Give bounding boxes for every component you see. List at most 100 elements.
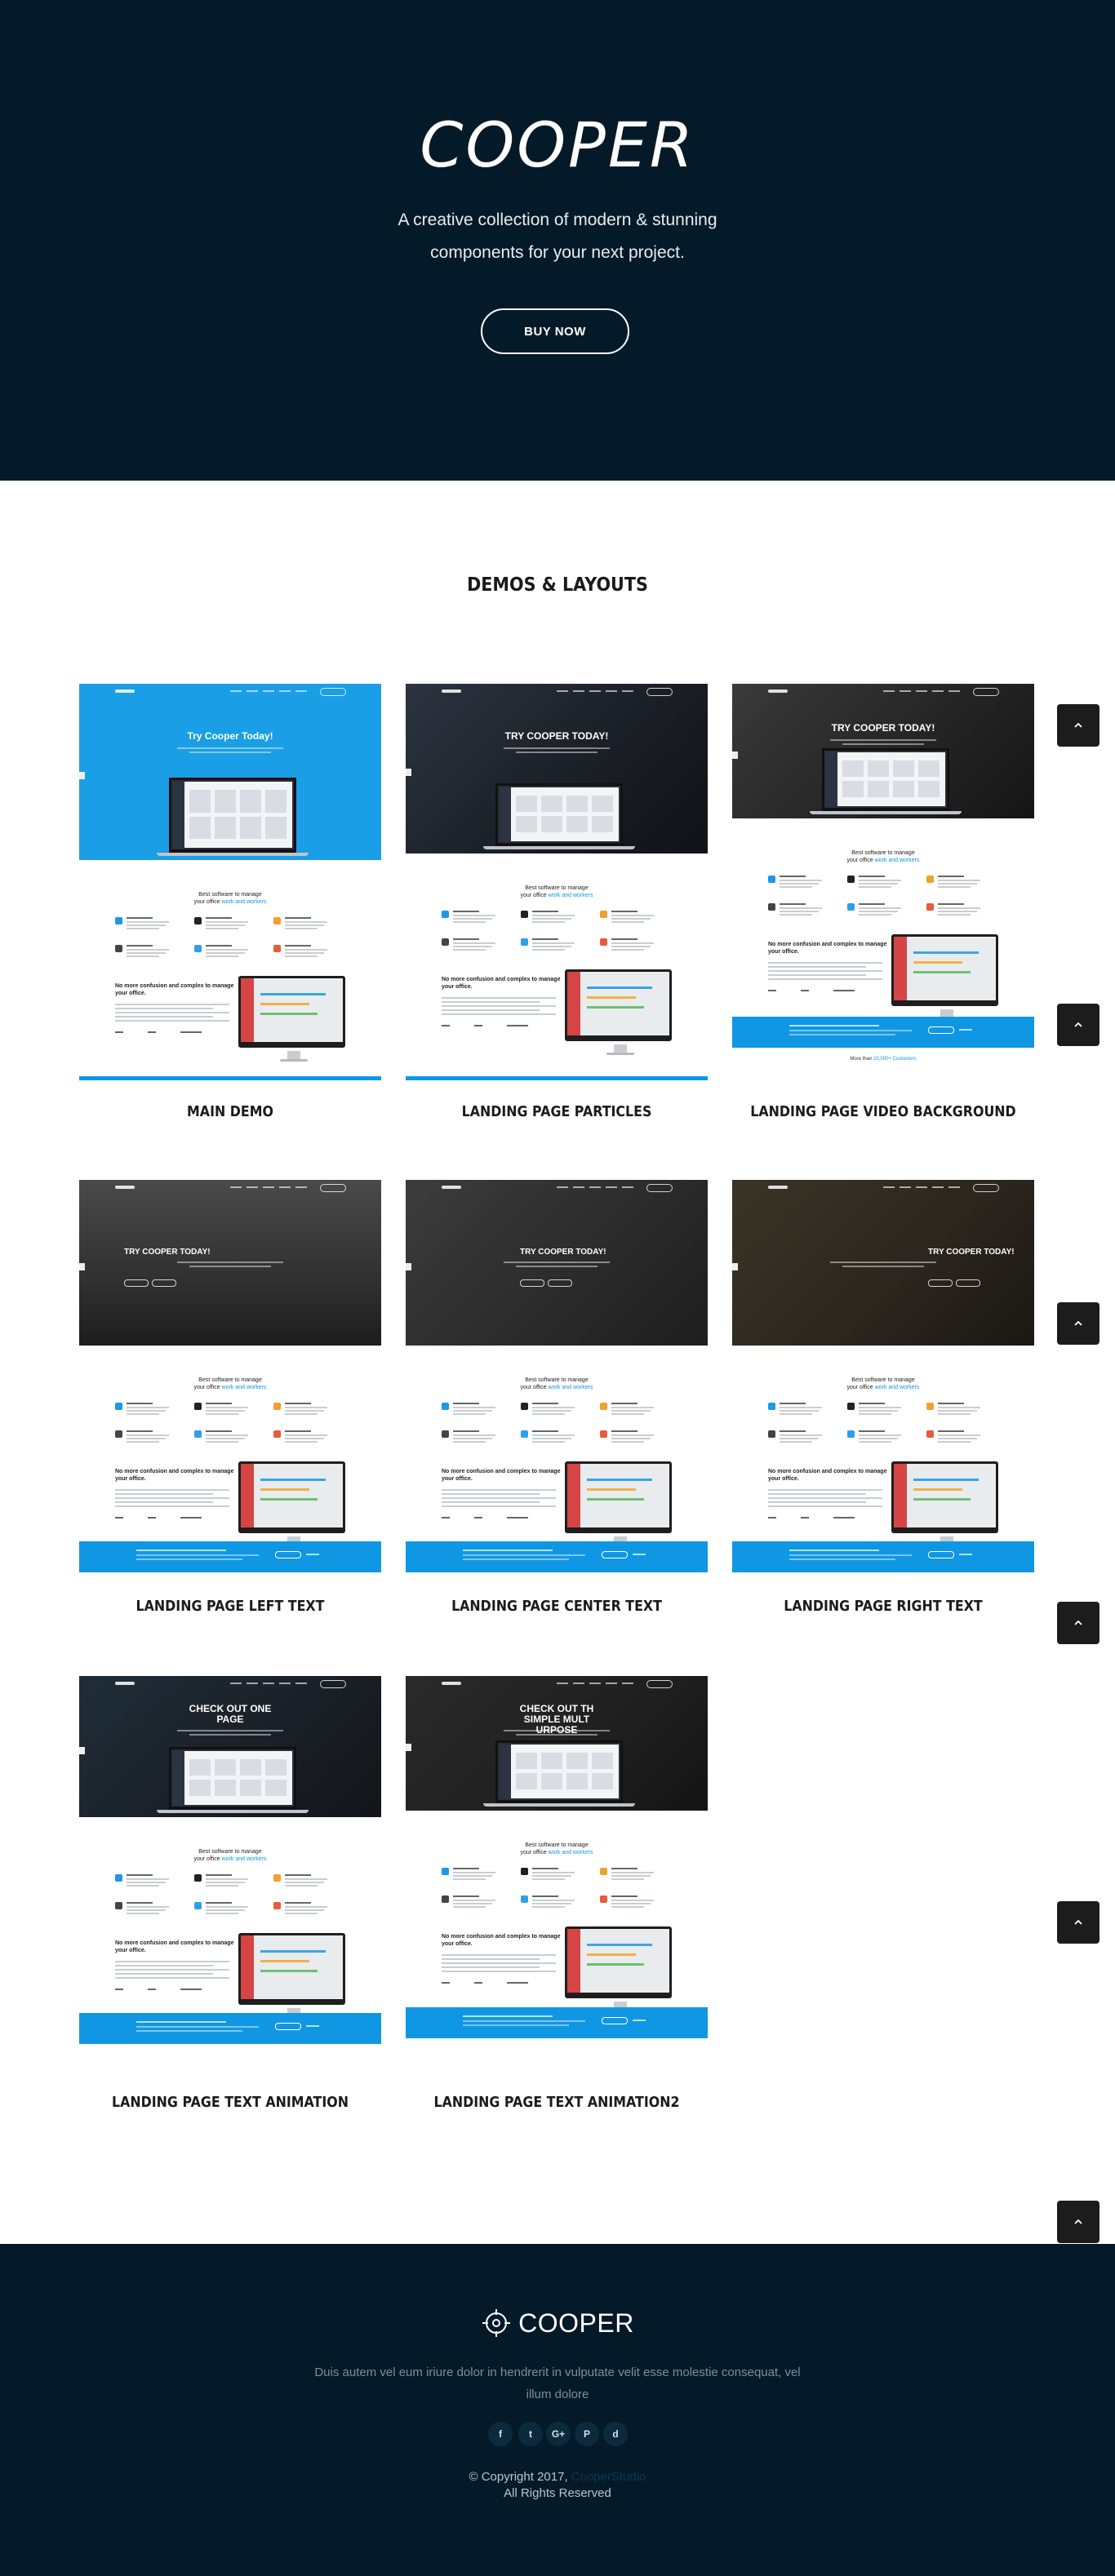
- stat-value: [507, 1517, 528, 1519]
- feature-text-line: [532, 1903, 571, 1904]
- demo-card[interactable]: TRY COOPER TODAY! Best software to manage…: [406, 1180, 708, 1615]
- feature-text-line: [859, 880, 901, 881]
- feature-text-line: [285, 1430, 311, 1432]
- demo-card[interactable]: TRY COOPER TODAY! Best software to manage…: [732, 1180, 1034, 1615]
- back-to-top-button[interactable]: [1057, 2201, 1099, 2243]
- feature-icon: [600, 938, 607, 946]
- demo-card[interactable]: TRY COOPER TODAY! Best software to manage…: [406, 684, 708, 1120]
- feature-text-line: [532, 1438, 571, 1439]
- feature-text-line: [532, 1875, 571, 1877]
- slider-arrow-icon: [406, 1262, 411, 1270]
- demo-card-label: LANDING PAGE LEFT TEXT: [135, 1598, 325, 1615]
- demo-thumbnail: TRY COOPER TODAY! Best software to manage…: [406, 1180, 708, 1572]
- feature-text-line: [127, 1878, 169, 1880]
- thumbnail-nav-link: [932, 1186, 944, 1188]
- feature-icon: [847, 903, 855, 911]
- stat-value: [148, 1517, 156, 1519]
- feature-text-line: [453, 942, 495, 944]
- back-to-top-button[interactable]: [1057, 704, 1099, 747]
- mid-text-line: [115, 1965, 213, 1966]
- thumbnail-hero-button: [956, 1279, 980, 1287]
- mid-text-line: [115, 1016, 213, 1018]
- thumbnail-hero: TRY COOPER TODAY!: [732, 684, 1034, 818]
- feature-text-line: [859, 1430, 885, 1432]
- pinterest-icon[interactable]: P: [575, 2422, 599, 2446]
- thumbnail-logo: [768, 1186, 788, 1189]
- thumbnail-nav-link: [279, 1683, 291, 1684]
- feature-text-line: [285, 1909, 324, 1911]
- feature-text-line: [780, 1434, 822, 1436]
- feature-text-line: [453, 1430, 479, 1432]
- thumbnail-logo: [115, 1682, 135, 1685]
- feature-text-line: [127, 1909, 166, 1911]
- feature-icon: [600, 1895, 607, 1903]
- thumbnail-body-heading: Best software to manage your office work …: [406, 885, 708, 899]
- thumbnail-logo: [115, 1186, 135, 1189]
- feature-text-line: [453, 1895, 479, 1897]
- thumbnail-nav-link: [279, 1186, 291, 1188]
- dribbble-icon[interactable]: d: [603, 2422, 628, 2446]
- feature-text-line: [859, 903, 885, 905]
- mid-text-line: [442, 1493, 540, 1495]
- thumbnail-logo: [442, 1682, 461, 1685]
- feature-text-line: [127, 1407, 169, 1408]
- feature-text-line: [285, 1902, 311, 1904]
- thumbnail-body-line: Best software to manage: [525, 1377, 589, 1383]
- demo-card[interactable]: TRY COOPER TODAY! Best software to manage…: [79, 1180, 381, 1615]
- thumbnail-nav-link: [247, 1186, 258, 1188]
- feature-text-line: [532, 915, 575, 916]
- imac-mockup: [238, 1461, 345, 1533]
- thumbnail-body-line: your office work and workers: [846, 858, 920, 863]
- slider-arrow-icon: [406, 769, 411, 776]
- twitter-icon[interactable]: t: [518, 2422, 543, 2446]
- feature-icon: [768, 876, 775, 883]
- thumbnail-navbar: [406, 1676, 708, 1691]
- feature-text-line: [285, 1874, 311, 1876]
- copyright-link[interactable]: CooperStudio: [571, 2470, 646, 2484]
- feature-text-line: [532, 1906, 565, 1908]
- thumbnail-nav-button: [646, 1184, 673, 1192]
- back-to-top-button[interactable]: [1057, 1602, 1099, 1644]
- thumbnail-bottom-stripe: [79, 1076, 381, 1080]
- thumbnail-nav-button: [320, 1184, 346, 1192]
- feature-text-line: [611, 942, 654, 944]
- back-to-top-button[interactable]: [1057, 1302, 1099, 1345]
- thumbnail-nav-link: [606, 1186, 617, 1188]
- feature-text-line: [611, 1900, 654, 1901]
- thumbnail-body-line: Best software to manage: [198, 1849, 262, 1855]
- buy-now-button[interactable]: BUY NOW: [481, 308, 629, 354]
- feature-icon: [115, 1874, 122, 1882]
- back-to-top-button[interactable]: [1057, 1004, 1099, 1046]
- feature-text-line: [611, 921, 644, 923]
- thumbnail-nav-button: [320, 688, 346, 696]
- feature-text-line: [780, 914, 812, 916]
- demo-card[interactable]: CHECK OUT TH SIMPLE MULT URPOSE Best soft…: [406, 1676, 708, 2111]
- feature-text-line: [206, 1902, 232, 1904]
- feature-text-line: [532, 942, 575, 944]
- demo-card[interactable]: CHECK OUT ONE PAGE Best software to manag…: [79, 1676, 381, 2111]
- feature-text-line: [859, 883, 898, 885]
- feature-text-line: [938, 1410, 977, 1412]
- demo-card[interactable]: Try Cooper Today! Best software to manage…: [79, 684, 381, 1120]
- feature-text-line: [453, 938, 479, 940]
- mid-text-line: [442, 1497, 556, 1499]
- facebook-icon[interactable]: f: [488, 2422, 513, 2446]
- thumbnail-hero-subtext: [516, 1734, 597, 1736]
- back-to-top-button[interactable]: [1057, 1901, 1099, 1944]
- feature-text-line: [206, 1882, 245, 1883]
- feature-icon: [442, 1868, 449, 1875]
- feature-text-line: [285, 917, 311, 919]
- demo-card[interactable]: TRY COOPER TODAY! Best software to manage…: [732, 684, 1034, 1120]
- laptop-base: [157, 1810, 309, 1813]
- mid-text-line: [442, 997, 556, 999]
- feature-text-line: [611, 949, 644, 951]
- feature-text-line: [532, 1900, 575, 1901]
- google-plus-icon[interactable]: G+: [546, 2422, 571, 2446]
- stat-value: [768, 1517, 776, 1519]
- thumbnail-cta-band: [406, 2007, 708, 2038]
- thumbnail-nav-link: [589, 1683, 601, 1684]
- feature-text-line: [453, 949, 486, 951]
- thumbnail-nav-button: [973, 1184, 999, 1192]
- imac-mockup: [565, 969, 672, 1041]
- feature-text-line: [859, 1410, 898, 1412]
